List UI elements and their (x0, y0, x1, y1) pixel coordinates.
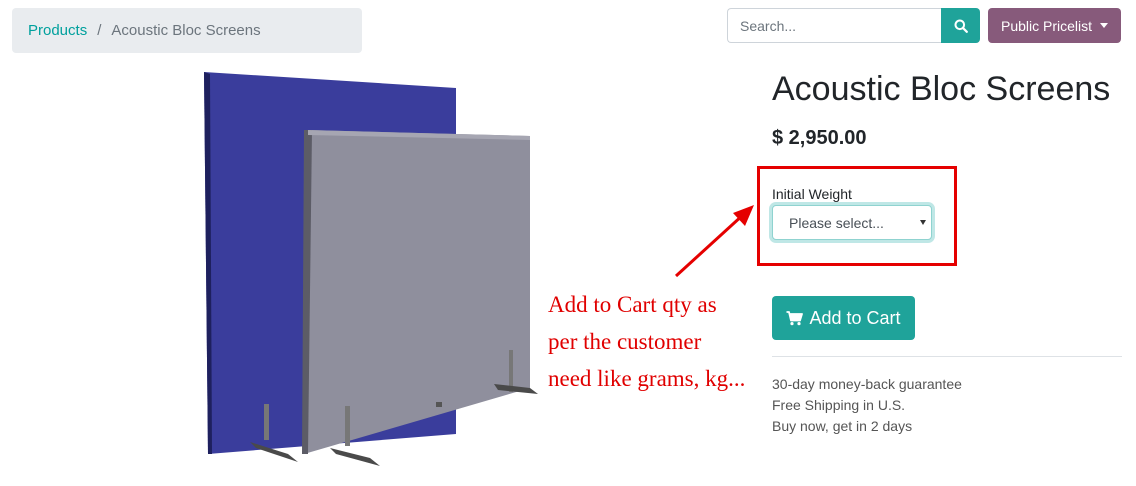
product-image (204, 72, 538, 466)
breadcrumb-products-link[interactable]: Products (28, 22, 87, 39)
breadcrumb: Products / Acoustic Bloc Screens (12, 8, 362, 53)
search-button[interactable] (941, 8, 980, 43)
divider (772, 356, 1122, 357)
product-title: Acoustic Bloc Screens (772, 70, 1111, 108)
product-terms: 30-day money-back guarantee Free Shippin… (772, 374, 962, 437)
terms-item: Free Shipping in U.S. (772, 397, 906, 413)
breadcrumb-separator: / (97, 22, 102, 39)
pricelist-dropdown[interactable]: Public Pricelist (988, 8, 1121, 43)
chevron-down-icon (920, 220, 926, 225)
product-price: $ 2,950.00 (772, 127, 867, 149)
annotation-note: Add to Cart qty as per the customer need… (548, 286, 758, 397)
breadcrumb-current: Acoustic Bloc Screens (111, 22, 261, 39)
terms-item: 30-day money-back guarantee (772, 376, 962, 392)
annotation-line: need like grams, kg... (548, 366, 746, 391)
search-input[interactable] (727, 8, 941, 43)
add-to-cart-label: Add to Cart (809, 307, 901, 328)
search-group (727, 8, 980, 43)
search-icon (954, 19, 968, 33)
select-value: Please select... (789, 214, 884, 231)
attribute-label: Initial Weight (772, 186, 852, 202)
add-to-cart-button[interactable]: Add to Cart (772, 296, 915, 340)
shopping-cart-icon (786, 310, 804, 325)
annotation-line: Add to Cart qty as (548, 292, 717, 317)
chevron-down-icon (1100, 23, 1109, 28)
annotation-line: per the customer (548, 329, 702, 354)
terms-item: Buy now, get in 2 days (772, 418, 913, 434)
pricelist-label: Public Pricelist (1000, 17, 1093, 34)
initial-weight-select[interactable]: Please select... (772, 205, 932, 240)
annotation-arrow (674, 205, 754, 278)
